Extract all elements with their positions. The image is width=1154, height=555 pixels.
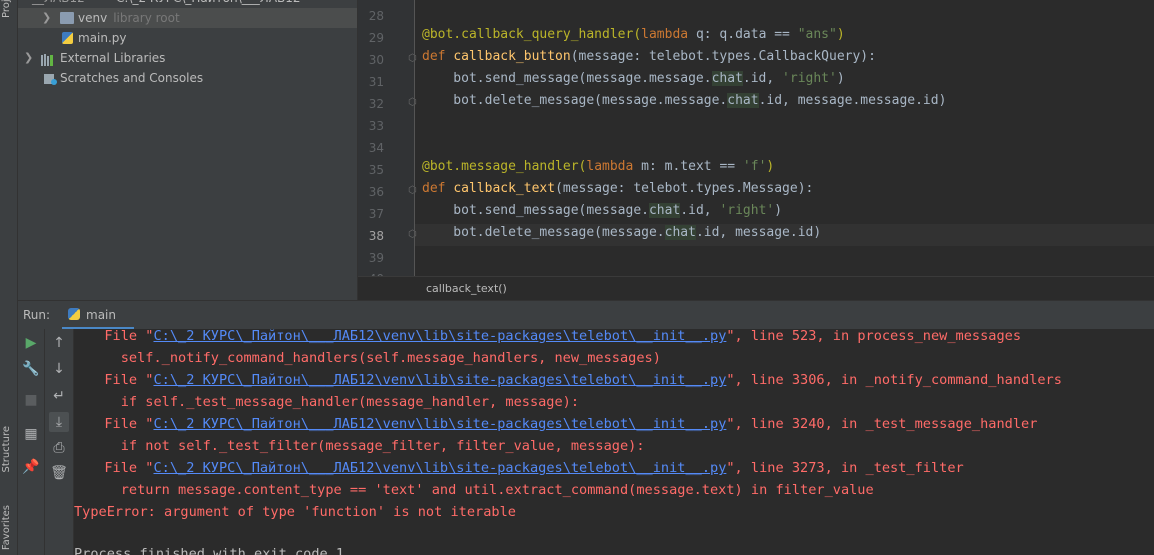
down-arrow-icon[interactable]: ↓ xyxy=(49,359,69,379)
python-icon xyxy=(68,308,80,320)
print-icon[interactable]: ⎙ xyxy=(49,438,69,458)
project-tree: __ЛАБ12 C:\_2 КУРС\_Пайтон\___ЛАБ12 ❯ ve… xyxy=(18,0,358,300)
stop-icon[interactable]: ■ xyxy=(21,390,41,410)
project-root-label: __ЛАБ12 xyxy=(32,0,85,8)
rerun-icon[interactable]: ▶ xyxy=(21,333,41,353)
tree-item-venv[interactable]: ❯ venv library root xyxy=(18,8,357,28)
line-number: 28 xyxy=(368,9,384,23)
fold-icon[interactable]: ⬡ xyxy=(408,185,418,196)
console-file-prefix: File " xyxy=(88,416,154,432)
fold-icon[interactable]: ⬡ xyxy=(408,97,418,108)
run-tab-label: main xyxy=(86,308,116,322)
soft-wrap-icon[interactable]: ↵ xyxy=(49,386,69,406)
layout-icon[interactable]: ▦ xyxy=(21,424,41,444)
chevron-right-icon[interactable]: ❯ xyxy=(24,48,33,68)
console-line-rest: ", line 523, in process_new_messages xyxy=(726,329,1022,344)
project-side-tab[interactable]: Project xyxy=(1,0,15,18)
left-tool-stripe: Project Structure Favorites xyxy=(0,0,18,555)
console-line: self._notify_command_handlers(self.messa… xyxy=(88,350,661,366)
console-line: if self._test_message_handler(message_ha… xyxy=(88,394,580,410)
line-number: 31 xyxy=(368,75,384,89)
folder-icon xyxy=(60,12,74,24)
breadcrumb[interactable]: callback_text() xyxy=(358,276,1154,301)
scratches-icon xyxy=(44,72,58,85)
line-number: 29 xyxy=(368,31,384,45)
console-error-line: TypeError: argument of type 'function' i… xyxy=(74,504,516,520)
code-line-37: bot.send_message(message.chat.id, 'right… xyxy=(422,203,783,218)
libraries-icon xyxy=(41,52,55,66)
favorites-side-tab[interactable]: Favorites xyxy=(1,505,15,550)
pin-icon[interactable]: 📌 xyxy=(21,457,41,477)
line-number: 34 xyxy=(368,141,384,155)
console-file-link[interactable]: C:\_2 КУРС\_Пайтон\___ЛАБ12\venv\lib\sit… xyxy=(153,372,726,388)
scratches-label: Scratches and Consoles xyxy=(60,71,204,85)
main-py-label: main.py xyxy=(78,31,127,45)
console-file-link[interactable]: C:\_2 КУРС\_Пайтон\___ЛАБ12\venv\lib\sit… xyxy=(153,416,726,432)
breadcrumb-function[interactable]: callback_text() xyxy=(426,282,507,295)
trash-icon[interactable]: 🗑 xyxy=(49,463,69,483)
console-exit-line: Process finished with exit code 1 xyxy=(74,546,345,555)
console-line: File "C:\_2 КУРС\_Пайтон\___ЛАБ12\venv\l… xyxy=(88,460,964,476)
gutter-divider xyxy=(414,0,415,276)
code-line-36: def callback_text(message: telebot.types… xyxy=(422,181,814,196)
scroll-to-end-icon[interactable]: ⤓ xyxy=(49,412,69,432)
code-editor[interactable]: 28 29 30 31 32 33 34 35 36 37 38 39 40 ⬡… xyxy=(358,0,1154,276)
code-line-32: bot.delete_message(message.message.chat.… xyxy=(422,93,947,108)
console-output[interactable]: File "C:\_2 КУРС\_Пайтон\___ЛАБ12\venv\l… xyxy=(74,329,1154,555)
console-line: if not self._test_filter(message_filter,… xyxy=(88,438,645,454)
console-file-link[interactable]: C:\_2 КУРС\_Пайтон\___ЛАБ12\venv\lib\sit… xyxy=(153,460,726,476)
code-line-38: bot.delete_message(message.chat.id, mess… xyxy=(422,225,822,240)
console-line: File "C:\_2 КУРС\_Пайтон\___ЛАБ12\venv\l… xyxy=(88,329,1021,344)
code-line-29: @bot.callback_query_handler(lambda q: q.… xyxy=(422,27,845,42)
python-file-icon xyxy=(62,32,73,44)
line-number: 32 xyxy=(368,97,384,111)
fold-icon[interactable]: ⬡ xyxy=(408,53,418,64)
line-number: 35 xyxy=(368,163,384,177)
console-file-prefix: File " xyxy=(88,372,154,388)
console-line-rest: ", line 3306, in _notify_command_handler… xyxy=(726,372,1062,388)
run-toolbar-secondary: ↑ ↓ ↵ ⤓ ⎙ 🗑 xyxy=(45,329,74,555)
console-file-prefix: File " xyxy=(88,329,154,344)
wrench-icon[interactable]: 🔧 xyxy=(21,359,41,379)
console-file-prefix: File " xyxy=(88,460,154,476)
code-line-31: bot.send_message(message.message.chat.id… xyxy=(422,71,845,86)
line-number: 30 xyxy=(368,53,384,67)
tree-item-project-root[interactable]: __ЛАБ12 C:\_2 КУРС\_Пайтон\___ЛАБ12 xyxy=(18,0,357,8)
chevron-right-icon[interactable]: ❯ xyxy=(42,8,51,28)
console-line: File "C:\_2 КУРС\_Пайтон\___ЛАБ12\venv\l… xyxy=(88,372,1062,388)
run-label: Run: xyxy=(23,308,51,322)
line-number-gutter: 28 29 30 31 32 33 34 35 36 37 38 39 40 ⬡… xyxy=(358,0,417,276)
console-line-rest: ", line 3273, in _test_filter xyxy=(726,460,964,476)
up-arrow-icon[interactable]: ↑ xyxy=(49,333,69,353)
line-number: 37 xyxy=(368,207,384,221)
structure-side-tab[interactable]: Structure xyxy=(1,426,15,473)
code-line-30: def callback_button(message: telebot.typ… xyxy=(422,49,876,64)
project-root-path: C:\_2 КУРС\_Пайтон\___ЛАБ12 xyxy=(116,0,301,8)
line-number: 36 xyxy=(368,185,384,199)
console-line: return message.content_type == 'text' an… xyxy=(88,482,874,498)
library-root-note: library root xyxy=(113,11,180,25)
venv-label: venv xyxy=(78,11,108,25)
line-number-current: 38 xyxy=(368,229,384,243)
line-number: 33 xyxy=(368,119,384,133)
code-line-35: @bot.message_handler(lambda m: m.text ==… xyxy=(422,159,775,174)
run-tool-window-header: Run: main xyxy=(18,300,1154,330)
console-file-link[interactable]: C:\_2 КУРС\_Пайтон\___ЛАБ12\venv\lib\sit… xyxy=(153,329,726,344)
line-number: 39 xyxy=(368,251,384,265)
console-line-rest: ", line 3240, in _test_message_handler xyxy=(726,416,1038,432)
fold-icon[interactable]: ⬡ xyxy=(408,229,418,240)
run-toolbar-primary: ▶ 🔧 ■ ▦ 📌 xyxy=(18,329,45,555)
tree-item-main-py[interactable]: main.py xyxy=(18,28,357,48)
tab-main[interactable]: main xyxy=(62,301,134,330)
console-line: File "C:\_2 КУРС\_Пайтон\___ЛАБ12\venv\l… xyxy=(88,416,1037,432)
external-libraries-label: External Libraries xyxy=(60,51,166,65)
tree-item-scratches[interactable]: Scratches and Consoles xyxy=(18,68,357,88)
tree-item-external-libraries[interactable]: ❯ External Libraries xyxy=(18,48,357,68)
